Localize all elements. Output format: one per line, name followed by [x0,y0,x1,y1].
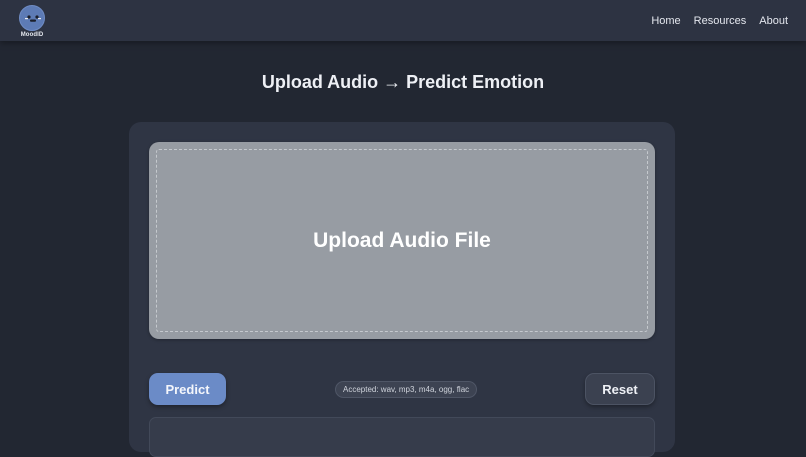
nav-link-resources[interactable]: Resources [694,15,747,27]
nav-link-about[interactable]: About [759,15,788,27]
navbar: MoodID Home Resources About [0,0,806,41]
reset-button[interactable]: Reset [585,373,655,405]
page-title: Upload Audio → Predict Emotion [261,72,545,92]
dropzone-label: Upload Audio File [313,228,491,252]
brand-name: MoodID [20,32,44,38]
result-panel [149,417,655,457]
accepted-formats-badge: Accepted: wav, mp3, m4a, ogg, flac [335,381,478,398]
nav-link-home[interactable]: Home [651,15,680,27]
moodid-logo-icon [19,5,45,31]
nav-links: Home Resources About [651,15,788,27]
upload-card: Upload Audio File Predict Accepted: wav,… [129,122,675,457]
predict-button[interactable]: Predict [149,373,226,405]
audio-dropzone[interactable]: Upload Audio File [149,142,655,339]
dropzone-dashed-border: Upload Audio File [156,149,648,332]
controls-row: Predict Accepted: wav, mp3, m4a, ogg, fl… [149,373,655,405]
brand[interactable]: MoodID [18,3,46,38]
